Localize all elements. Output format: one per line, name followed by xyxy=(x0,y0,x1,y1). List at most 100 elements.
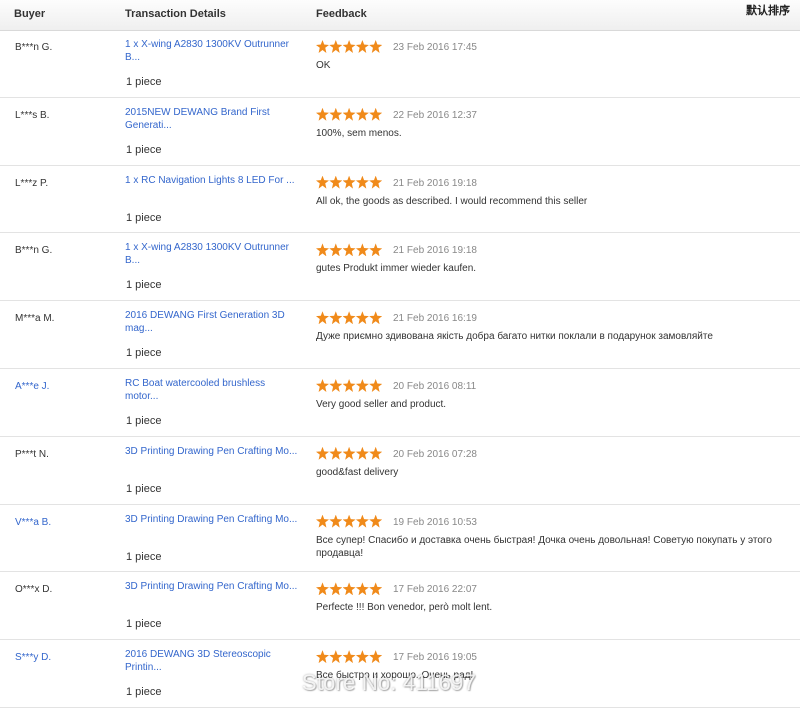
star-icon xyxy=(316,650,329,664)
feedback-comment: gutes Produkt immer wieder kaufen. xyxy=(316,263,477,275)
buyer-name[interactable]: S***y D. xyxy=(15,652,51,663)
star-icon xyxy=(329,107,343,121)
product-link[interactable]: 2015NEW DEWANG Brand First Generati... xyxy=(125,106,300,132)
table-row: S***y D. 2016 DEWANG 3D Stereoscopic Prin… xyxy=(0,640,800,708)
feedback-date: 20 Feb 2016 08:11 xyxy=(393,380,477,392)
product-link[interactable]: 3D Printing Drawing Pen Crafting Mo... xyxy=(125,445,300,458)
star-icon xyxy=(369,378,383,392)
buyer-name[interactable]: V***a B. xyxy=(15,517,51,528)
quantity-label: 1 piece xyxy=(126,347,162,360)
star-icon xyxy=(316,514,329,528)
buyer-name: O***x D. xyxy=(15,584,53,596)
product-link[interactable]: 3D Printing Drawing Pen Crafting Mo... xyxy=(125,580,300,593)
star-rating xyxy=(316,514,383,528)
star-icon xyxy=(316,311,329,325)
feedback-comment: OK xyxy=(316,60,331,71)
quantity-label: 1 piece xyxy=(126,76,162,88)
default-sort-link[interactable]: 默认排序 xyxy=(746,2,790,18)
star-rating xyxy=(316,175,383,189)
star-icon xyxy=(342,107,356,121)
table-row: B***n G. 1 x X-wing A2830 1300KV Outrunne… xyxy=(0,30,800,98)
star-icon xyxy=(342,243,356,257)
star-icon xyxy=(329,514,343,528)
quantity-label: 1 piece xyxy=(126,414,162,427)
quantity-label: 1 piece xyxy=(126,550,162,563)
star-icon xyxy=(355,582,369,596)
buyer-name: M***a M. xyxy=(15,313,55,325)
product-link[interactable]: 1 x X-wing A2830 1300KV Outrunner B... xyxy=(125,241,300,267)
star-icon xyxy=(369,650,383,664)
star-icon xyxy=(355,107,369,121)
star-icon xyxy=(369,446,383,460)
feedback-comment: Все супер! Спасибо и доставка очень быст… xyxy=(316,534,772,560)
star-rating xyxy=(316,107,383,121)
quantity-label: 1 piece xyxy=(126,143,162,156)
star-icon xyxy=(355,650,369,664)
star-icon xyxy=(355,514,369,528)
feedback-date: 22 Feb 2016 12:37 xyxy=(393,109,477,121)
feedback-comment: Все быстро и хорошо. Очень рад! xyxy=(316,670,474,682)
table-row: A***e J. RC Boat watercooled brushless mo… xyxy=(0,369,800,437)
product-link[interactable]: 1 x X-wing A2830 1300KV Outrunner B... xyxy=(125,38,300,64)
buyer-name: L***z P. xyxy=(15,177,49,189)
feedback-date: 17 Feb 2016 22:07 xyxy=(393,584,477,596)
table-row: O***x D. 3D Printing Drawing Pen Crafting… xyxy=(0,572,800,641)
buyer-name[interactable]: A***e J. xyxy=(15,381,49,392)
buyer-name: P***t N. xyxy=(15,448,49,460)
star-icon xyxy=(342,582,356,596)
star-icon xyxy=(329,243,343,257)
star-icon xyxy=(355,175,369,189)
feedback-comment: 100%, sem menos. xyxy=(316,127,402,139)
feedback-date: 17 Feb 2016 19:05 xyxy=(393,652,477,664)
star-icon xyxy=(355,378,369,392)
star-rating xyxy=(316,446,383,460)
table-row: V***a B. 3D Printing Drawing Pen Crafting… xyxy=(0,505,800,573)
star-icon xyxy=(316,582,329,596)
table-row: M***a M. 2016 DEWANG First Generation 3D … xyxy=(0,301,800,369)
quantity-label: 1 piece xyxy=(126,482,162,495)
star-icon xyxy=(342,446,356,460)
feedback-comment: All ok, the goods as described. I would … xyxy=(316,195,588,207)
star-icon xyxy=(342,378,356,392)
star-rating xyxy=(316,582,383,596)
buyer-name: B***n G. xyxy=(15,245,53,257)
star-icon xyxy=(329,175,343,189)
feedback-comment: Дуже приємно здивована якість добра бага… xyxy=(316,331,713,343)
star-icon xyxy=(342,175,356,189)
product-link[interactable]: RC Boat watercooled brushless motor... xyxy=(125,377,300,403)
column-header-buyer: Buyer xyxy=(14,8,46,20)
star-icon xyxy=(316,40,329,53)
table-header: Buyer Transaction Details Feedback 默认排序 xyxy=(0,0,800,31)
feedback-list: B***n G. 1 x X-wing A2830 1300KV Outrunne… xyxy=(0,30,800,708)
quantity-label: 1 piece xyxy=(126,686,162,699)
star-icon xyxy=(369,311,383,325)
star-icon xyxy=(342,311,356,325)
table-row: B***n G. 1 x X-wing A2830 1300KV Outrunne… xyxy=(0,233,800,302)
quantity-label: 1 piece xyxy=(126,211,162,224)
feedback-date: 21 Feb 2016 16:19 xyxy=(393,313,477,325)
feedback-comment: good&fast delivery xyxy=(316,466,399,478)
star-icon xyxy=(355,446,369,460)
table-row: P***t N. 3D Printing Drawing Pen Crafting… xyxy=(0,437,800,505)
product-link[interactable]: 2016 DEWANG 3D Stereoscopic Printin... xyxy=(125,648,300,674)
product-link[interactable]: 2016 DEWANG First Generation 3D mag... xyxy=(125,309,300,335)
feedback-date: 19 Feb 2016 10:53 xyxy=(393,516,477,528)
star-rating xyxy=(316,378,383,392)
star-icon xyxy=(329,40,343,53)
column-header-transaction-details: Transaction Details xyxy=(125,8,226,20)
star-icon xyxy=(342,514,356,528)
star-rating xyxy=(316,40,383,53)
table-row: L***s B. 2015NEW DEWANG Brand First Gener… xyxy=(0,98,800,166)
star-rating xyxy=(316,650,383,664)
star-icon xyxy=(342,650,356,664)
star-icon xyxy=(316,107,329,121)
buyer-name: B***n G. xyxy=(15,42,53,53)
product-link[interactable]: 1 x RC Navigation Lights 8 LED For ... xyxy=(125,174,300,187)
feedback-date: 21 Feb 2016 19:18 xyxy=(393,177,477,189)
table-row: L***z P. 1 x RC Navigation Lights 8 LED F… xyxy=(0,166,800,234)
star-icon xyxy=(369,243,383,257)
star-icon xyxy=(329,378,343,392)
star-icon xyxy=(369,40,383,53)
star-icon xyxy=(316,175,329,189)
product-link[interactable]: 3D Printing Drawing Pen Crafting Mo... xyxy=(125,513,300,526)
